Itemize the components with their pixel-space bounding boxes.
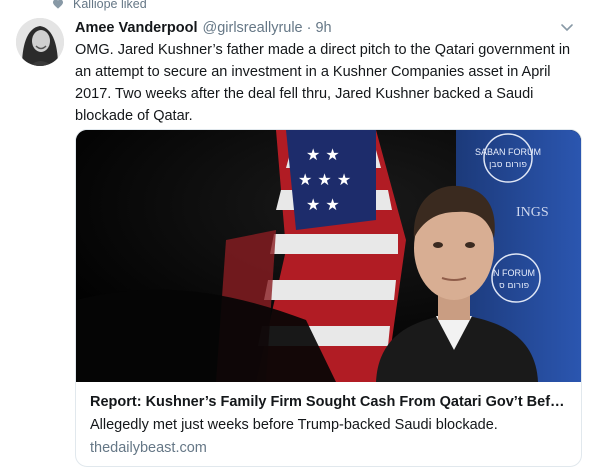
banner-top-hebrew: פורום סבן bbox=[489, 160, 527, 170]
liked-by-text[interactable]: Kalliope liked bbox=[73, 0, 147, 11]
heart-icon bbox=[53, 0, 63, 9]
card-domain[interactable]: thedailybeast.com bbox=[90, 440, 207, 456]
author-name[interactable]: Amee Vanderpool bbox=[75, 18, 197, 38]
chevron-down-icon[interactable] bbox=[560, 22, 574, 34]
card-photo: SABAN FORUM פורום סבן INGS N FORUM פורום… bbox=[76, 130, 581, 382]
card-title[interactable]: Report: Kushner’s Family Firm Sought Cas… bbox=[90, 394, 570, 410]
svg-text:★ ★ ★: ★ ★ ★ bbox=[298, 170, 351, 189]
svg-text:★ ★: ★ ★ bbox=[306, 145, 340, 164]
activity-context: Kalliope liked bbox=[52, 0, 147, 12]
banner-mid-text: INGS bbox=[516, 205, 549, 220]
author-handle[interactable]: @girlsreallyrule bbox=[202, 18, 302, 38]
banner-bottom-text: N FORUM bbox=[493, 268, 535, 278]
tweet-timestamp[interactable]: 9h bbox=[315, 18, 331, 38]
separator-dot: · bbox=[306, 20, 312, 36]
tweet-text: OMG. Jared Kushner’s father made a direc… bbox=[75, 42, 571, 124]
avatar[interactable] bbox=[16, 18, 64, 66]
avatar-image bbox=[16, 18, 64, 66]
svg-text:★ ★: ★ ★ bbox=[306, 195, 340, 214]
card-description: Allegedly met just weeks before Trump-ba… bbox=[90, 417, 498, 433]
card-image[interactable]: SABAN FORUM פורום סבן INGS N FORUM פורום… bbox=[76, 130, 581, 382]
card-body[interactable]: Report: Kushner’s Family Firm Sought Cas… bbox=[76, 382, 581, 466]
banner-top-text: SABAN FORUM bbox=[475, 147, 541, 157]
banner-bottom-hebrew: פורום ס bbox=[499, 281, 530, 291]
link-card[interactable]: SABAN FORUM פורום סבן INGS N FORUM פורום… bbox=[75, 129, 582, 467]
tweet-header: Amee Vanderpool @girlsreallyrule · 9h bbox=[75, 18, 578, 38]
